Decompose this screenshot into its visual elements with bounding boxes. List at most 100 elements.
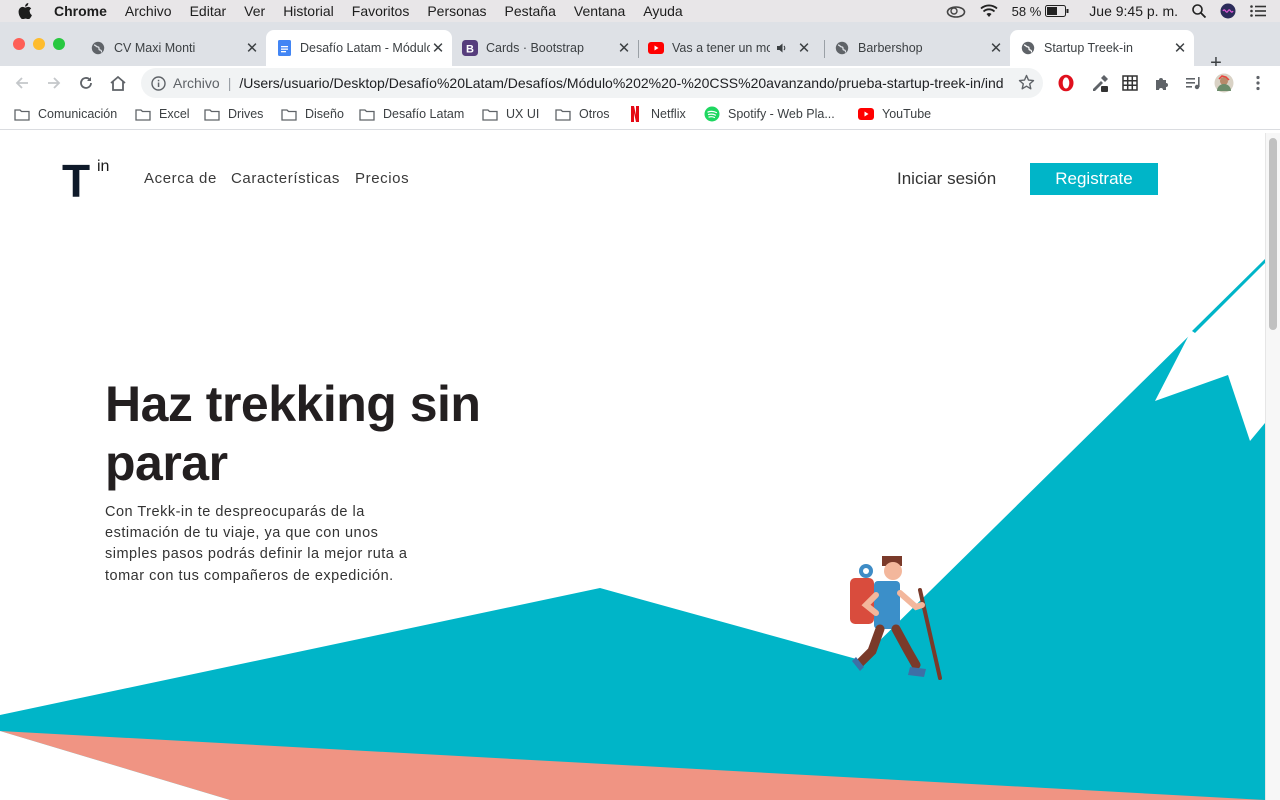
- bookmark-label: Desafío Latam: [383, 107, 465, 121]
- bookmark-netflix[interactable]: Netflix: [627, 106, 686, 122]
- extensions-puzzle-icon[interactable]: [1152, 73, 1172, 93]
- tab-title: Desafío Latam - Módulo: [300, 41, 430, 55]
- folder-icon: [359, 107, 375, 121]
- wifi-icon[interactable]: [980, 4, 998, 18]
- netflix-icon: [627, 106, 643, 122]
- menu-historial[interactable]: Historial: [283, 3, 334, 19]
- hero-title: Haz trekking sin parar: [105, 376, 481, 491]
- bookmark-label: Drives: [228, 107, 264, 121]
- menu-ventana[interactable]: Ventana: [574, 3, 625, 19]
- reload-button[interactable]: [74, 71, 98, 95]
- close-tab-icon[interactable]: ✕: [244, 40, 260, 57]
- menu-app-chrome[interactable]: Chrome: [54, 3, 107, 19]
- bookmark-otros[interactable]: Otros: [555, 107, 610, 121]
- macos-menu-bar: Chrome Archivo Editar Ver Historial Favo…: [0, 0, 1280, 22]
- bootstrap-icon: B: [462, 40, 478, 56]
- chrome-menu-icon[interactable]: [1248, 73, 1268, 93]
- creative-cloud-icon[interactable]: [946, 4, 966, 18]
- logo-superscript: in: [97, 158, 110, 175]
- forward-button[interactable]: [42, 71, 66, 95]
- svg-text:B: B: [466, 44, 474, 56]
- site-logo[interactable]: T in: [62, 158, 122, 204]
- bookmark-star-icon[interactable]: [1018, 74, 1035, 94]
- bookmark-label: Diseño: [305, 107, 344, 121]
- folder-icon: [482, 107, 498, 121]
- bookmark-youtube[interactable]: YouTube: [858, 107, 931, 121]
- scrollbar-thumb[interactable]: [1269, 138, 1277, 330]
- audio-playing-icon[interactable]: [776, 42, 788, 54]
- close-window-button[interactable]: [13, 38, 25, 50]
- apple-icon[interactable]: [18, 3, 38, 19]
- info-icon[interactable]: [151, 75, 166, 91]
- nav-acerca-de[interactable]: Acerca de: [144, 170, 217, 187]
- menu-archivo[interactable]: Archivo: [125, 3, 172, 19]
- zoom-window-button[interactable]: [53, 38, 65, 50]
- tab-youtube-video[interactable]: Vas a tener un mo ✕: [638, 30, 825, 66]
- bookmark-drives[interactable]: Drives: [204, 107, 263, 121]
- opera-extension-icon[interactable]: [1056, 73, 1076, 93]
- back-button[interactable]: [10, 71, 34, 95]
- menu-ver[interactable]: Ver: [244, 3, 265, 19]
- menu-favoritos[interactable]: Favoritos: [352, 3, 410, 19]
- tab-cards-bootstrap[interactable]: B Cards · Bootstrap ✕: [452, 30, 639, 66]
- close-tab-icon[interactable]: ✕: [616, 40, 632, 57]
- tab-startup-treek-in[interactable]: Startup Treek-in ✕: [1010, 30, 1194, 66]
- bookmark-excel[interactable]: Excel: [135, 107, 190, 121]
- tab-barbershop[interactable]: Barbershop ✕: [824, 30, 1010, 66]
- bookmark-ux-ui[interactable]: UX UI: [482, 107, 539, 121]
- browser-toolbar: Archivo | /Users/usuario/Desktop/Desafío…: [0, 66, 1280, 100]
- grid-extension-icon[interactable]: [1120, 73, 1140, 93]
- login-link[interactable]: Iniciar sesión: [897, 169, 996, 189]
- close-tab-icon[interactable]: ✕: [988, 40, 1004, 57]
- menu-pestana[interactable]: Pestaña: [505, 3, 556, 19]
- battery-icon[interactable]: [1045, 5, 1069, 17]
- bookmark-label: Otros: [579, 107, 610, 121]
- close-tab-icon[interactable]: ✕: [796, 40, 812, 57]
- menu-ayuda[interactable]: Ayuda: [643, 3, 682, 19]
- bookmark-label: UX UI: [506, 107, 540, 121]
- tab-title: CV Maxi Monti: [114, 41, 196, 55]
- bookmark-desafio-latam[interactable]: Desafío Latam: [359, 107, 464, 121]
- menu-editar[interactable]: Editar: [190, 3, 227, 19]
- nav-precios[interactable]: Precios: [355, 170, 409, 187]
- bookmark-comunicacion[interactable]: Comunicación: [14, 107, 117, 121]
- bookmark-label: Spotify - Web Pla...: [728, 107, 835, 121]
- spotlight-search-icon[interactable]: [1192, 4, 1206, 18]
- web-page: T in Acerca de Características Precios I…: [0, 133, 1265, 800]
- tab-desafio-latam[interactable]: Desafío Latam - Módulo ✕: [266, 30, 452, 66]
- notification-center-icon[interactable]: [1250, 5, 1266, 17]
- youtube-icon: [648, 40, 664, 56]
- tab-title: Startup Treek-in: [1044, 41, 1133, 55]
- nav-caracteristicas[interactable]: Características: [231, 170, 340, 187]
- register-button[interactable]: Registrate: [1030, 163, 1158, 195]
- clock[interactable]: Jue 9:45 p. m.: [1089, 3, 1178, 19]
- youtube-icon: [858, 107, 874, 121]
- window-controls: [13, 38, 73, 50]
- tab-title: Barbershop: [858, 41, 923, 55]
- siri-icon[interactable]: [1220, 3, 1236, 19]
- menu-personas[interactable]: Personas: [427, 3, 486, 19]
- profile-avatar[interactable]: [1214, 73, 1234, 93]
- address-bar[interactable]: Archivo | /Users/usuario/Desktop/Desafío…: [141, 68, 1043, 98]
- bookmark-spotify[interactable]: Spotify - Web Pla...: [704, 106, 835, 122]
- home-button[interactable]: [106, 71, 130, 95]
- page-scrollbar[interactable]: [1265, 133, 1280, 800]
- close-tab-icon[interactable]: ✕: [1172, 40, 1188, 57]
- close-tab-icon[interactable]: ✕: [430, 40, 446, 57]
- globe-icon: [1020, 40, 1036, 56]
- tab-cv-maxi-monti[interactable]: CV Maxi Monti ✕: [80, 30, 267, 66]
- folder-icon: [204, 107, 220, 121]
- folder-icon: [14, 107, 30, 121]
- spotify-icon: [704, 106, 720, 122]
- url-text[interactable]: /Users/usuario/Desktop/Desafío%20Latam/D…: [239, 75, 1004, 91]
- globe-icon: [834, 40, 850, 56]
- hero-description: Con Trekk-in te despreocuparás de la est…: [105, 504, 408, 584]
- folder-icon: [281, 107, 297, 121]
- media-queue-icon[interactable]: [1184, 73, 1204, 93]
- scheme-label: Archivo: [173, 75, 220, 91]
- eyedropper-extension-icon[interactable]: [1090, 73, 1110, 93]
- tab-strip: CV Maxi Monti ✕ Desafío Latam - Módulo ✕…: [0, 22, 1280, 74]
- minimize-window-button[interactable]: [33, 38, 45, 50]
- bookmarks-bar: Comunicación Excel Drives Diseño Desafío…: [0, 100, 1280, 130]
- bookmark-diseno[interactable]: Diseño: [281, 107, 344, 121]
